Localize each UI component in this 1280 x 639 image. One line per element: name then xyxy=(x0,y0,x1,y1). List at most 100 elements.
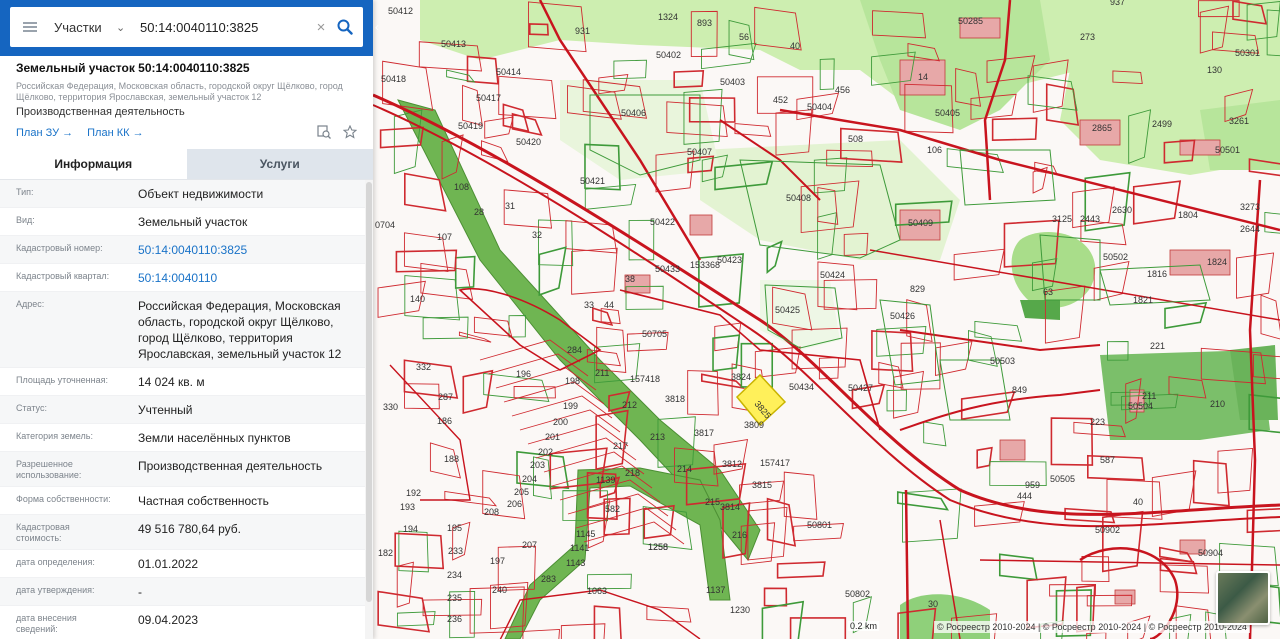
map-label: 188 xyxy=(444,454,459,464)
menu-icon[interactable] xyxy=(10,7,50,47)
map-label: 182 xyxy=(378,548,393,558)
map-label: 201 xyxy=(545,432,560,442)
info-row-value: 14 024 кв. м xyxy=(138,375,205,389)
map-label: 63 xyxy=(1043,287,1053,297)
tab-information[interactable]: Информация xyxy=(0,149,187,179)
map-label: 893 xyxy=(697,18,712,28)
map-label: 1141 xyxy=(570,543,589,553)
map-label: 959 xyxy=(1025,480,1040,490)
map-label: 157417 xyxy=(760,458,790,468)
map-label: 40 xyxy=(1133,497,1143,507)
map-label: 199 xyxy=(563,401,578,411)
favorite-star-icon[interactable] xyxy=(342,124,358,144)
info-panel: Участки ⌄ × Земельный участок 50:14:0040… xyxy=(0,0,373,639)
map-label: 3824 xyxy=(731,372,751,382)
info-row-value: - xyxy=(138,585,142,599)
map-label: 50414 xyxy=(496,67,521,77)
map-label: 50413 xyxy=(441,39,466,49)
map-label: 1145 xyxy=(576,529,595,539)
map-label: 217 xyxy=(613,441,628,451)
plan-kk-link[interactable]: План КК → xyxy=(87,127,143,139)
tab-services[interactable]: Услуги xyxy=(186,149,373,179)
map-label: 50427 xyxy=(848,383,873,393)
scrollbar-thumb[interactable] xyxy=(366,182,372,602)
map-label: 44 xyxy=(604,300,614,310)
map-label: 207 xyxy=(522,540,537,550)
map-label: 107 xyxy=(437,232,452,242)
map-label: 50902 xyxy=(1095,525,1120,535)
info-row-value: Объект недвижимости xyxy=(138,187,264,201)
map-label: 508 xyxy=(848,134,863,144)
map-label: 3815 xyxy=(752,480,772,490)
map-label: 1824 xyxy=(1207,257,1227,267)
map-label: 2443 xyxy=(1080,214,1100,224)
zoom-to-object-icon[interactable] xyxy=(317,125,331,144)
map-label: 240 xyxy=(492,585,507,595)
map-label: 210 xyxy=(1210,399,1225,409)
info-row-link[interactable]: 50:14:0040110 xyxy=(122,264,365,291)
map-label: 2865 xyxy=(1092,123,1112,133)
map-label: 38 xyxy=(625,274,635,284)
map-label: 50409 xyxy=(908,218,933,228)
map-label: 50501 xyxy=(1215,145,1240,155)
collapse-panel-icon[interactable]: ‹ xyxy=(375,20,385,34)
map-label: 582 xyxy=(605,504,620,514)
parcel-title: Земельный участок 50:14:0040110:3825 xyxy=(16,61,250,75)
map-label: 50405 xyxy=(935,108,960,118)
clear-icon[interactable]: × xyxy=(310,19,332,36)
map-label: 140 xyxy=(410,294,425,304)
map-label: 31 xyxy=(505,201,515,211)
info-row: Форма собственности: Частная собственност… xyxy=(0,487,365,515)
map-label: 50425 xyxy=(775,305,800,315)
info-row: дата определения: 01.01.2022 xyxy=(0,550,365,578)
map-label: 3261 xyxy=(1229,116,1249,126)
map-label: 212 xyxy=(622,400,637,410)
parcel-address: Российская Федерация, Московская область… xyxy=(16,81,343,102)
panel-scrollbar[interactable] xyxy=(365,180,373,639)
map-label: 216 xyxy=(732,530,747,540)
map-attribution: © Росреестр 2010-2024 | © Росреестр 2010… xyxy=(934,621,1250,633)
map-label: 50502 xyxy=(1103,252,1128,262)
map-label: 50404 xyxy=(807,102,832,112)
info-row-value: 09.04.2023 xyxy=(138,613,199,627)
map-label: 2499 xyxy=(1152,119,1172,129)
map-label: 50801 xyxy=(807,520,832,530)
map-scale: 0.2 km xyxy=(848,621,880,631)
map-label: 192 xyxy=(406,488,421,498)
plan-zu-link[interactable]: План ЗУ → xyxy=(16,127,73,139)
map-label: 0704 xyxy=(375,220,395,230)
map-label: 587 xyxy=(1100,455,1115,465)
info-row: Кадастровая стоимость: 49 516 780,64 руб. xyxy=(0,515,365,550)
map-label: 208 xyxy=(484,507,499,517)
search-icon[interactable] xyxy=(332,14,358,40)
info-row-value: Частная собственность xyxy=(138,494,269,508)
basemap-switcher-thumbnail[interactable] xyxy=(1216,571,1270,625)
map-label: 233 xyxy=(448,546,463,556)
map-label: 40 xyxy=(790,41,800,51)
map-label: 205 xyxy=(514,487,529,497)
info-row-value: 49 516 780,64 руб. xyxy=(138,522,241,536)
map-label: 50402 xyxy=(656,50,681,60)
map-label: 829 xyxy=(910,284,925,294)
map-label: 50406 xyxy=(621,108,646,118)
map-label: 50403 xyxy=(720,77,745,87)
map-label: 849 xyxy=(1012,385,1027,395)
map-label: 931 xyxy=(575,26,590,36)
search-type-select[interactable]: Участки xyxy=(54,20,116,35)
map-label: 213 xyxy=(650,432,665,442)
plan-links: План ЗУ → План КК → xyxy=(16,127,144,139)
map-label: 287 xyxy=(438,392,453,402)
chevron-down-icon[interactable]: ⌄ xyxy=(116,21,134,34)
map-label: 108 xyxy=(454,182,469,192)
map-label: 106 xyxy=(927,145,942,155)
map-label: 130 xyxy=(1207,65,1222,75)
map-label: 50426 xyxy=(890,311,915,321)
info-table: Тип: Объект недвижимости Вид: Земельный уча… xyxy=(0,180,365,639)
map-label: 194 xyxy=(403,524,418,534)
info-row-key: дата утверждения: xyxy=(16,585,95,595)
search-input[interactable] xyxy=(140,19,310,35)
map-label: 50433 xyxy=(655,264,680,274)
info-row-link[interactable]: 50:14:0040110:3825 xyxy=(122,236,365,263)
map-label: 50504 xyxy=(1128,401,1153,411)
map-label: 153368 xyxy=(690,260,720,270)
